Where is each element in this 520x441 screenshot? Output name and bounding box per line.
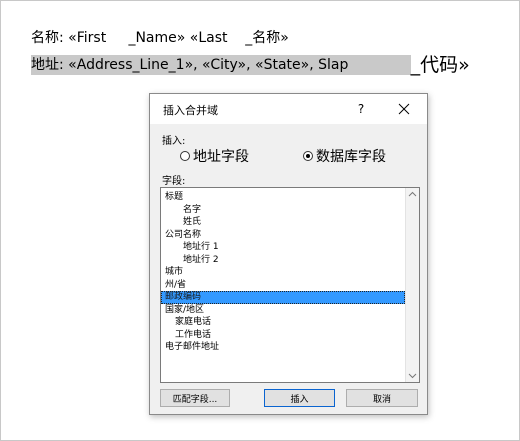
insert-label: 插入: [162, 136, 186, 147]
field-item[interactable]: 邮政编码 [161, 291, 405, 304]
radio-address-label: 地址字段 [193, 149, 249, 165]
doc-name-line[interactable]: 名称: «First _Name» «Last _名称» [31, 27, 289, 47]
fields-list: 标题 名字 姓氏 公司名称 地址行 1 地址行 2 城市 州/省 邮政编码 国家/地区 家庭电话 工作… [161, 191, 405, 354]
chevron-down-icon [408, 373, 417, 379]
close-button[interactable] [393, 98, 415, 120]
fields-label: 字段: [162, 176, 186, 187]
field-item[interactable]: 城市 [161, 266, 405, 279]
dialog-titlebar[interactable]: 插入合并域 ? [150, 94, 427, 124]
field-item[interactable]: 地址行 2 [161, 254, 405, 267]
doc-address-selection[interactable]: 地址: «Address_Line_1», «City», «State», S… [31, 55, 411, 75]
help-icon: ? [357, 102, 365, 116]
cancel-button[interactable]: 取消 [346, 389, 418, 407]
match-fields-button[interactable]: 匹配字段... [160, 389, 230, 407]
field-item[interactable]: 国家/地区 [161, 304, 405, 317]
radio-database-circle[interactable] [303, 151, 313, 161]
radio-address-circle[interactable] [180, 151, 190, 161]
field-item[interactable]: 电子邮件地址 [161, 341, 405, 354]
fields-listbox[interactable]: 标题 名字 姓氏 公司名称 地址行 1 地址行 2 城市 州/省 邮政编码 国家/地区 家庭电话 工作… [160, 187, 420, 383]
field-item[interactable]: 家庭电话 [161, 316, 405, 329]
doc-address-line[interactable]: 地址: «Address_Line_1», «City», «State», S… [31, 54, 483, 76]
field-item[interactable]: 名字 [161, 204, 405, 217]
radio-database-label: 数据库字段 [316, 149, 386, 165]
insert-button[interactable]: 插入 [264, 389, 335, 407]
scroll-down-button[interactable] [406, 370, 419, 382]
field-item[interactable]: 标题 [161, 191, 405, 204]
insert-merge-field-dialog: 插入合并域 ? 插入: 地址字段 数据库字段 字段: 标题 名字 姓氏 公司名称 地址行… [149, 93, 428, 415]
close-icon [398, 103, 410, 115]
radio-database-fields[interactable]: 数据库字段 [303, 146, 386, 166]
scroll-up-button[interactable] [406, 188, 419, 200]
radio-address-fields[interactable]: 地址字段 [180, 146, 249, 166]
field-item[interactable]: 姓氏 [161, 216, 405, 229]
field-item[interactable]: 州/省 [161, 279, 405, 292]
field-item[interactable]: 公司名称 [161, 229, 405, 242]
chevron-up-icon [408, 191, 417, 197]
help-button[interactable]: ? [350, 98, 372, 120]
dialog-title: 插入合并域 [163, 104, 218, 117]
listbox-scrollbar[interactable] [405, 188, 419, 382]
doc-address-tail[interactable]: _代码» [411, 54, 470, 76]
field-item[interactable]: 工作电话 [161, 329, 405, 342]
field-item[interactable]: 地址行 1 [161, 241, 405, 254]
